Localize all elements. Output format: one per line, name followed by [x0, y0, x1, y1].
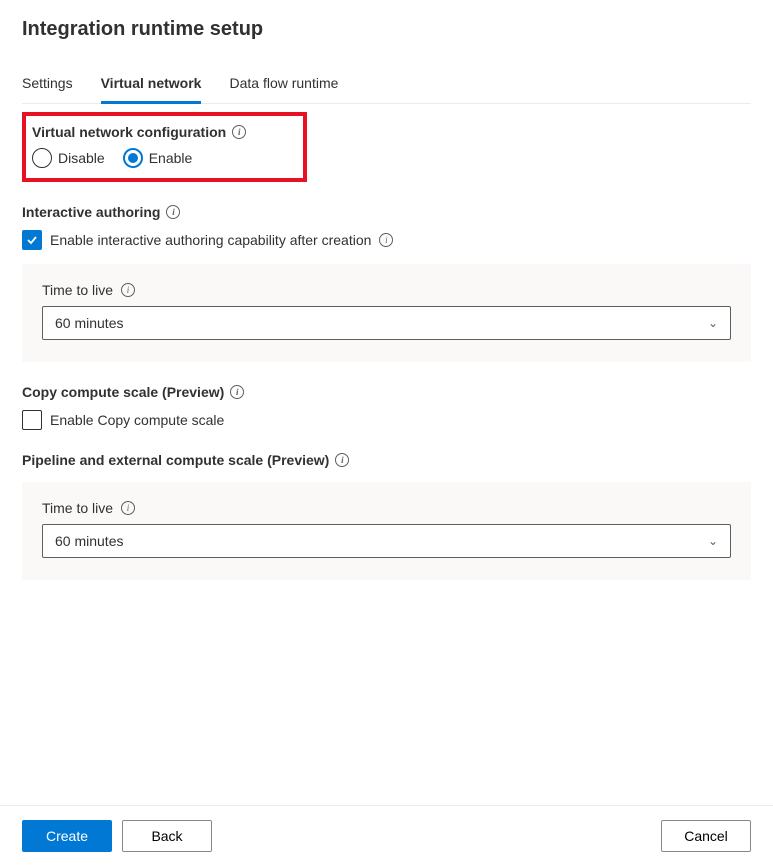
radio-dot-icon	[128, 153, 138, 163]
create-button[interactable]: Create	[22, 820, 112, 852]
info-icon[interactable]: i	[121, 283, 135, 297]
tab-settings[interactable]: Settings	[22, 65, 73, 104]
vnet-configuration-text: Virtual network configuration	[32, 124, 226, 140]
tab-data-flow-runtime[interactable]: Data flow runtime	[229, 65, 338, 104]
enable-interactive-authoring-label: Enable interactive authoring capability …	[50, 232, 371, 248]
radio-circle-icon	[123, 148, 143, 168]
vnet-disable-radio[interactable]: Disable	[32, 148, 105, 168]
pipeline-compute-panel: Time to live i 60 minutes ⌄	[22, 482, 751, 580]
page-title: Integration runtime setup	[22, 18, 751, 41]
interactive-authoring-panel: Time to live i 60 minutes ⌄	[22, 264, 751, 362]
pipeline-ttl-label-text: Time to live	[42, 500, 113, 516]
vnet-configuration-label: Virtual network configuration i	[32, 124, 246, 140]
ttl-label-text: Time to live	[42, 282, 113, 298]
vnet-enable-radio[interactable]: Enable	[123, 148, 193, 168]
pipeline-ttl-select[interactable]: 60 minutes ⌄	[42, 524, 731, 558]
info-icon[interactable]: i	[232, 125, 246, 139]
info-icon[interactable]: i	[230, 385, 244, 399]
vnet-radio-group: Disable Enable	[32, 148, 293, 168]
vnet-configuration-highlight: Virtual network configuration i Disable …	[22, 112, 307, 182]
tabs: Settings Virtual network Data flow runti…	[22, 65, 751, 104]
copy-compute-text: Copy compute scale (Preview)	[22, 384, 224, 400]
enable-interactive-authoring-checkbox[interactable]	[22, 230, 42, 250]
enable-copy-compute-label: Enable Copy compute scale	[50, 412, 224, 428]
pipeline-compute-text: Pipeline and external compute scale (Pre…	[22, 452, 329, 468]
chevron-down-icon: ⌄	[708, 534, 718, 548]
ttl-label: Time to live i	[42, 282, 135, 298]
pipeline-ttl-label: Time to live i	[42, 500, 135, 516]
enable-copy-compute-checkbox[interactable]	[22, 410, 42, 430]
copy-compute-label: Copy compute scale (Preview) i	[22, 384, 244, 400]
checkmark-icon	[25, 233, 39, 247]
interactive-authoring-label: Interactive authoring i	[22, 204, 180, 220]
pipeline-compute-label: Pipeline and external compute scale (Pre…	[22, 452, 349, 468]
cancel-button[interactable]: Cancel	[661, 820, 751, 852]
ttl-select[interactable]: 60 minutes ⌄	[42, 306, 731, 340]
info-icon[interactable]: i	[379, 233, 393, 247]
interactive-authoring-section: Interactive authoring i Enable interacti…	[22, 204, 751, 362]
vnet-disable-label: Disable	[58, 150, 105, 166]
info-icon[interactable]: i	[335, 453, 349, 467]
enable-interactive-authoring-row: Enable interactive authoring capability …	[22, 230, 751, 250]
copy-compute-section: Copy compute scale (Preview) i Enable Co…	[22, 384, 751, 430]
interactive-authoring-text: Interactive authoring	[22, 204, 160, 220]
footer: Create Back Cancel	[0, 805, 773, 866]
footer-left: Create Back	[22, 820, 212, 852]
tab-virtual-network[interactable]: Virtual network	[101, 65, 202, 104]
enable-copy-compute-row: Enable Copy compute scale	[22, 410, 751, 430]
pipeline-ttl-select-value: 60 minutes	[55, 533, 123, 549]
info-icon[interactable]: i	[166, 205, 180, 219]
back-button[interactable]: Back	[122, 820, 212, 852]
vnet-enable-label: Enable	[149, 150, 193, 166]
info-icon[interactable]: i	[121, 501, 135, 515]
radio-circle-icon	[32, 148, 52, 168]
ttl-select-value: 60 minutes	[55, 315, 123, 331]
chevron-down-icon: ⌄	[708, 316, 718, 330]
pipeline-compute-section: Pipeline and external compute scale (Pre…	[22, 452, 751, 580]
